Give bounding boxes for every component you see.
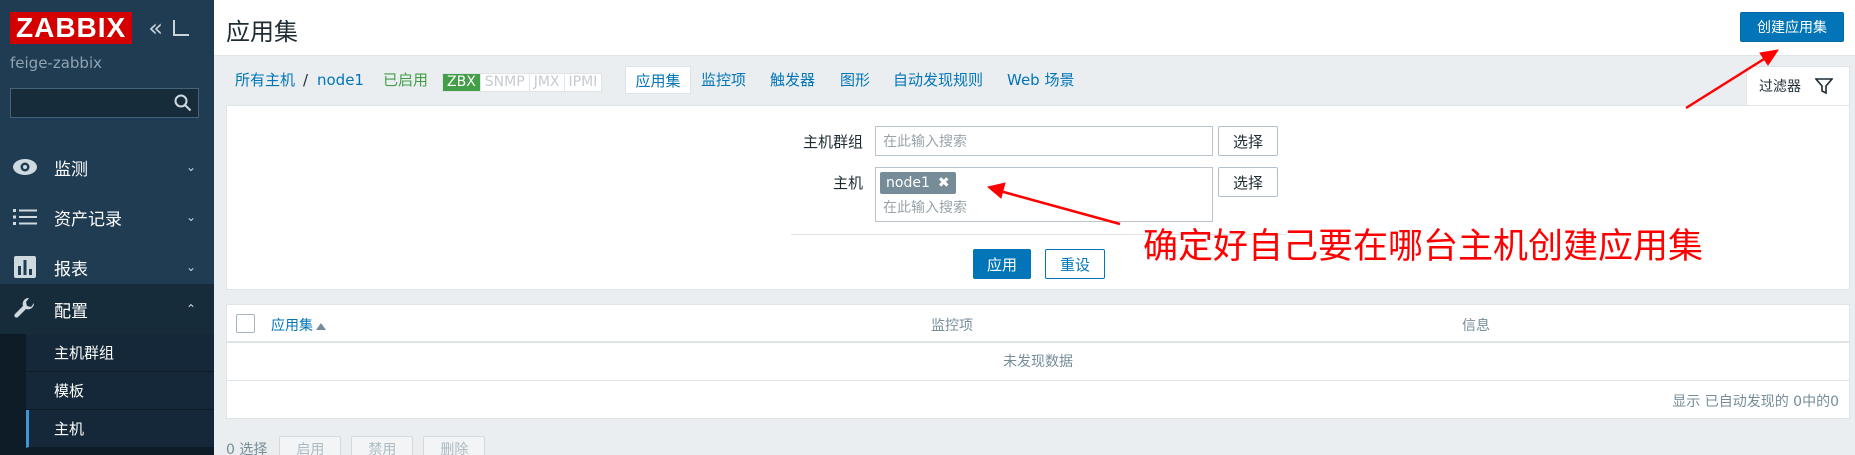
create-application-button[interactable]: 创建应用集 xyxy=(1740,12,1844,42)
menu-label: 报表 xyxy=(54,259,88,280)
server-name: feige-zabbix xyxy=(10,54,102,72)
page-title: 应用集 xyxy=(226,18,298,46)
column-items: 监控项 xyxy=(931,318,973,334)
breadcrumb-all-hosts[interactable]: 所有主机 xyxy=(235,70,295,90)
chevron-down-icon: ⌄ xyxy=(185,260,196,274)
tab-items[interactable]: 监控项 xyxy=(701,70,746,90)
chevron-up-icon: ⌃ xyxy=(185,302,196,316)
enable-button[interactable]: 启用 xyxy=(279,436,342,455)
table-header: 应用集 监控项 信息 xyxy=(227,305,1849,343)
sidebar-search-input[interactable] xyxy=(10,88,199,118)
host-group-select-button[interactable]: 选择 xyxy=(1218,126,1278,156)
filter-icon xyxy=(1815,78,1833,95)
host-label: 主机 xyxy=(832,174,863,192)
menu-label: 资产记录 xyxy=(54,209,122,230)
sort-asc-icon xyxy=(316,322,326,330)
menu-item-inventory[interactable]: 资产记录 ⌄ xyxy=(0,192,214,242)
bar-chart-icon xyxy=(12,254,38,280)
menu-item-configuration[interactable]: 配置 ⌃ xyxy=(0,284,214,334)
submenu: 主机群组 模板 主机 xyxy=(0,334,214,455)
wrench-icon xyxy=(12,296,38,322)
submenu-label: 模板 xyxy=(54,382,85,400)
menu-item-monitoring[interactable]: 监测 ⌄ xyxy=(0,142,214,192)
sidebar: ZABBIX « feige-zabbix 监测 ⌄ 资产记录 ⌄ 报表 ⌄ 配… xyxy=(0,0,214,455)
menu-label: 监测 xyxy=(54,159,88,180)
host-group-input[interactable]: 在此输入搜索 xyxy=(875,126,1213,156)
mass-action-bar: 0 选择 启用 禁用 删除 xyxy=(226,436,495,455)
column-applications-label: 应用集 xyxy=(271,318,313,334)
host-tag[interactable]: node1 ✖ xyxy=(880,172,956,194)
list-icon xyxy=(12,204,38,230)
filter-tab[interactable]: 过滤器 xyxy=(1746,66,1850,105)
breadcrumb-separator: / xyxy=(303,71,309,89)
kiosk-mode-icon[interactable] xyxy=(172,20,189,36)
host-placeholder: 在此输入搜索 xyxy=(883,200,967,216)
host-group-label: 主机群组 xyxy=(802,133,863,151)
badge-snmp: SNMP xyxy=(481,74,530,91)
badge-ipmi: IPMI xyxy=(568,74,598,90)
collapse-sidebar-icon[interactable]: « xyxy=(148,14,163,42)
eye-icon xyxy=(12,154,38,180)
host-group-placeholder: 在此输入搜索 xyxy=(883,134,967,150)
tab-applications[interactable]: 应用集 xyxy=(625,66,691,94)
submenu-label: 主机群组 xyxy=(54,344,115,362)
tab-discovery-rules[interactable]: 自动发现规则 xyxy=(893,70,983,90)
remove-tag-icon[interactable]: ✖ xyxy=(938,175,950,191)
chevron-down-icon: ⌄ xyxy=(185,210,196,224)
availability-badges: ZBX SNMP JMX IPMI xyxy=(442,73,603,92)
annotation-text: 确定好自己要在哪台主机创建应用集 xyxy=(1143,227,1704,267)
submenu-item-host-groups[interactable]: 主机群组 xyxy=(26,334,214,372)
menu-label: 配置 xyxy=(54,301,88,322)
logo-row: ZABBIX « xyxy=(10,12,189,44)
submenu-label: 主机 xyxy=(54,420,85,438)
host-input[interactable]: node1 ✖ 在此输入搜索 xyxy=(875,167,1213,222)
host-select-button[interactable]: 选择 xyxy=(1218,167,1278,197)
chevron-down-icon: ⌄ xyxy=(185,160,196,174)
tab-web-scenarios[interactable]: Web 场景 xyxy=(1007,70,1074,90)
search-icon[interactable] xyxy=(174,94,192,112)
host-status[interactable]: 已启用 xyxy=(383,70,428,90)
disable-button[interactable]: 禁用 xyxy=(351,436,414,455)
reset-button[interactable]: 重设 xyxy=(1045,249,1105,279)
host-tag-label: node1 xyxy=(886,175,930,191)
applications-table: 应用集 监控项 信息 未发现数据 显示 已自动发现的 0中的0 xyxy=(226,304,1850,419)
zabbix-logo[interactable]: ZABBIX xyxy=(10,12,133,44)
filter-tab-label: 过滤器 xyxy=(1759,79,1801,95)
tab-triggers[interactable]: 触发器 xyxy=(770,70,815,90)
badge-zbx: ZBX xyxy=(443,74,481,91)
host-navigation: 所有主机 / node1 已启用 ZBX SNMP JMX IPMI 应用集 监… xyxy=(214,56,1855,105)
page-header: 应用集 创建应用集 xyxy=(214,0,1855,56)
submenu-item-templates[interactable]: 模板 xyxy=(26,372,214,410)
badge-jmx: JMX xyxy=(530,74,565,91)
breadcrumb-host[interactable]: node1 xyxy=(317,70,364,90)
select-all-checkbox[interactable] xyxy=(236,314,255,333)
submenu-item-hosts[interactable]: 主机 xyxy=(26,410,214,448)
tab-graphs[interactable]: 图形 xyxy=(840,70,870,90)
column-info: 信息 xyxy=(1462,318,1490,334)
apply-button[interactable]: 应用 xyxy=(973,249,1031,279)
selected-count: 0 选择 xyxy=(226,442,268,455)
delete-button[interactable]: 删除 xyxy=(423,436,486,455)
column-applications[interactable]: 应用集 xyxy=(271,315,326,335)
no-data-message: 未发现数据 xyxy=(227,343,1849,381)
paging-info: 显示 已自动发现的 0中的0 xyxy=(1672,394,1839,410)
